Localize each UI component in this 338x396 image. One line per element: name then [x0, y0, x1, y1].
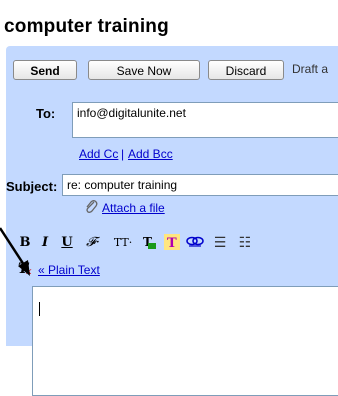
subject-field[interactable]: re: computer training [62, 174, 338, 196]
formatting-toolbar: B I U 𝓕· TT· T T ☰ ☷ [18, 234, 338, 254]
to-label: To: [36, 106, 56, 121]
italic-button[interactable]: I [38, 234, 52, 252]
underline-button[interactable]: U [60, 234, 74, 252]
text-caret [39, 302, 40, 316]
to-field[interactable]: info@digitalunite.net [72, 102, 338, 138]
svg-text:T: T [167, 236, 177, 250]
attach-file-link[interactable]: Attach a file [102, 201, 165, 215]
numbered-list-button[interactable]: ☰ [211, 234, 229, 252]
add-bcc-link[interactable]: Add Bcc [128, 147, 173, 161]
send-button[interactable]: Send [13, 60, 77, 80]
title-bar: computer training [0, 0, 338, 44]
draft-status: Draft a [292, 62, 329, 76]
compose-panel: Send Save Now Discard Draft a To: info@d… [6, 46, 338, 396]
paperclip-icon [84, 198, 98, 217]
cc-separator: | [121, 147, 125, 161]
window-title: computer training [4, 16, 169, 37]
pointer-arrow-icon [0, 227, 30, 276]
add-cc-link[interactable]: Add Cc [79, 147, 118, 161]
font-size-button[interactable]: TT· [111, 234, 135, 252]
text-color-button[interactable]: T [141, 234, 157, 252]
plain-text-link[interactable]: « Plain Text [38, 263, 100, 277]
font-button[interactable]: 𝓕· [82, 234, 104, 252]
discard-button[interactable]: Discard [208, 60, 284, 80]
message-body[interactable] [32, 286, 338, 396]
highlight-color-button[interactable]: T [164, 234, 180, 252]
subject-label: Subject: [6, 179, 58, 194]
save-now-button[interactable]: Save Now [88, 60, 200, 80]
bulleted-list-button[interactable]: ☷ [236, 234, 254, 252]
link-button[interactable] [186, 234, 204, 252]
